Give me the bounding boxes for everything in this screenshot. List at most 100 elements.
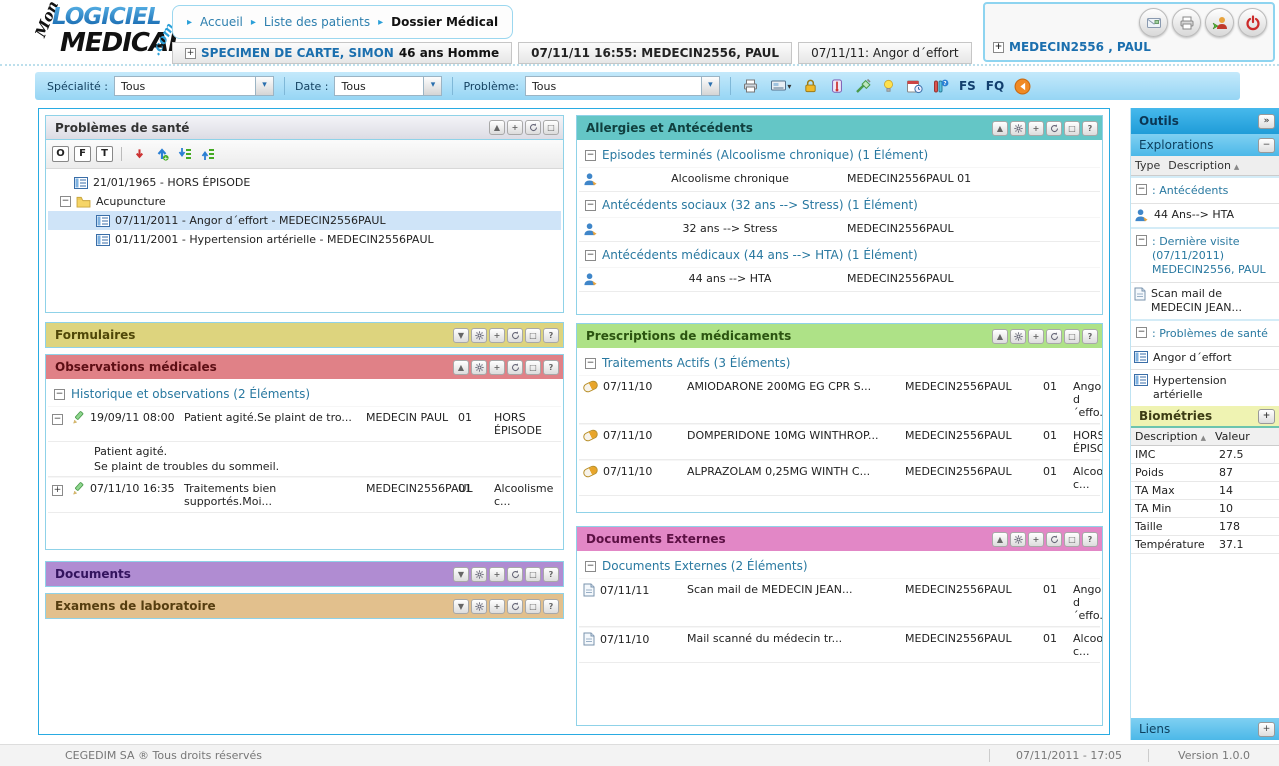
vaccine-icon[interactable] xyxy=(853,76,873,96)
collapse-button[interactable]: ▲ xyxy=(992,121,1008,136)
labs-info-icon[interactable]: ? xyxy=(931,76,951,96)
switch-user-button[interactable] xyxy=(1205,8,1234,37)
observation-row[interactable]: + 07/11/10 16:35 Traitements bien suppor… xyxy=(48,477,561,513)
explorations-item[interactable]: Scan mail de MEDECIN JEAN... xyxy=(1131,282,1279,319)
explorations-group-derniere-visite[interactable]: − : Dernière visite (07/11/2011) MEDECIN… xyxy=(1131,227,1279,282)
refresh-button[interactable] xyxy=(1046,121,1062,136)
refresh-button[interactable] xyxy=(507,328,523,343)
add-biometry-button[interactable]: + xyxy=(1258,409,1275,424)
add-button[interactable]: + xyxy=(1028,329,1044,344)
group-historique[interactable]: − Historique et observations (2 Éléments… xyxy=(48,381,561,406)
date-select[interactable]: Tous ▾ xyxy=(334,76,442,96)
tree-folder-acupuncture[interactable]: − Acupuncture xyxy=(48,192,561,211)
refresh-button[interactable] xyxy=(507,360,523,375)
settings-button[interactable] xyxy=(1010,532,1026,547)
help-button[interactable]: ? xyxy=(1082,329,1098,344)
tree-item-hors-episode[interactable]: 21/01/1965 - HORS ÉPISODE xyxy=(48,173,561,192)
problem-select[interactable]: Tous ▾ xyxy=(525,76,720,96)
maximize-button[interactable]: □ xyxy=(1064,121,1080,136)
refresh-button[interactable] xyxy=(525,120,541,135)
help-button[interactable]: ? xyxy=(543,328,559,343)
filter-o-button[interactable]: O xyxy=(52,146,69,162)
collapse-icon[interactable]: − xyxy=(1136,327,1147,338)
antecedent-row[interactable]: 32 ans --> Stress MEDECIN2556PAUL xyxy=(579,217,1100,242)
biometry-icon[interactable] xyxy=(827,76,847,96)
tree-item-angor[interactable]: 07/11/2011 - Angor d´effort - MEDECIN255… xyxy=(48,211,561,230)
maximize-button[interactable]: □ xyxy=(1064,329,1080,344)
chevron-down-icon[interactable]: ▾ xyxy=(701,77,719,95)
collapse-icon[interactable]: − xyxy=(54,389,65,400)
help-button[interactable]: ? xyxy=(1082,532,1098,547)
prescription-row[interactable]: 07/11/10 AMIODARONE 200MG EG CPR S... ME… xyxy=(579,375,1100,424)
refresh-button[interactable] xyxy=(1046,329,1062,344)
collapse-icon[interactable]: − xyxy=(1136,235,1147,246)
filter-t-button[interactable]: T xyxy=(96,146,113,162)
explorations-item[interactable]: 44 Ans--> HTA xyxy=(1131,203,1279,227)
logout-button[interactable] xyxy=(1238,8,1267,37)
add-episode-icon[interactable]: + xyxy=(153,144,171,164)
expand-icon[interactable]: + xyxy=(52,485,63,496)
tab-episode[interactable]: 07/11/11: Angor d´effort xyxy=(798,42,972,64)
settings-button[interactable] xyxy=(471,360,487,375)
lock-icon[interactable] xyxy=(801,76,821,96)
add-button[interactable]: + xyxy=(1028,121,1044,136)
antecedent-row[interactable]: Alcoolisme chronique MEDECIN2556PAUL 01 xyxy=(579,167,1100,192)
prescription-row[interactable]: 07/11/10 DOMPERIDONE 10MG WINTHROP... ME… xyxy=(579,424,1100,460)
expand-button[interactable]: ▼ xyxy=(453,328,469,343)
collapse-sidebar-button[interactable]: » xyxy=(1258,114,1275,129)
fs-button[interactable]: FS xyxy=(957,79,978,93)
speciality-select[interactable]: Tous ▾ xyxy=(114,76,274,96)
group-antecedents-sociaux[interactable]: − Antécédents sociaux (32 ans --> Stress… xyxy=(579,192,1100,217)
help-button[interactable]: ? xyxy=(1082,121,1098,136)
collapse-button[interactable]: ▲ xyxy=(489,120,505,135)
add-button[interactable]: + xyxy=(1028,532,1044,547)
refresh-button[interactable] xyxy=(1046,532,1062,547)
fq-button[interactable]: FQ xyxy=(984,79,1006,93)
collapse-icon[interactable]: − xyxy=(585,358,596,369)
tab-patient[interactable]: + SPECIMEN DE CARTE, SIMON 46 ans Homme xyxy=(172,42,512,64)
help-button[interactable]: ? xyxy=(543,599,559,614)
settings-button[interactable] xyxy=(1010,329,1026,344)
explorations-group-problemes[interactable]: − : Problèmes de santé xyxy=(1131,319,1279,346)
explorations-item[interactable]: Angor d´effort xyxy=(1131,346,1279,369)
group-episodes-termines[interactable]: − Episodes terminés (Alcoolisme chroniqu… xyxy=(579,142,1100,167)
antecedent-row[interactable]: 44 ans --> HTA MEDECIN2556PAUL xyxy=(579,267,1100,292)
help-button[interactable]: ? xyxy=(543,567,559,582)
chevron-down-icon[interactable]: ▾ xyxy=(255,77,273,95)
agenda-icon[interactable] xyxy=(905,76,925,96)
help-button[interactable]: ? xyxy=(543,360,559,375)
chevron-down-icon[interactable]: ▾ xyxy=(423,77,441,95)
collapse-icon[interactable]: − xyxy=(585,250,596,261)
settings-button[interactable] xyxy=(471,599,487,614)
col-valeur[interactable]: Valeur xyxy=(1215,430,1275,443)
col-type[interactable]: Type xyxy=(1135,159,1160,172)
collapse-icon[interactable]: − xyxy=(585,150,596,161)
refresh-button[interactable] xyxy=(507,567,523,582)
maximize-button[interactable]: □ xyxy=(1064,532,1080,547)
maximize-button[interactable]: □ xyxy=(525,567,541,582)
add-button[interactable]: + xyxy=(507,120,523,135)
col-description[interactable]: Description▲ xyxy=(1168,159,1239,172)
group-documents-externes[interactable]: − Documents Externes (2 Éléments) xyxy=(579,553,1100,578)
mail-button[interactable] xyxy=(1139,8,1168,37)
move-down-icon[interactable] xyxy=(130,144,148,164)
collapse-icon[interactable]: − xyxy=(585,561,596,572)
settings-button[interactable] xyxy=(471,328,487,343)
maximize-button[interactable]: □ xyxy=(525,360,541,375)
refresh-button[interactable] xyxy=(507,599,523,614)
explorations-group-antecedents[interactable]: − : Antécédents xyxy=(1131,176,1279,203)
tab-visit[interactable]: 07/11/11 16:55: MEDECIN2556, PAUL xyxy=(518,42,792,64)
explorations-item[interactable]: Hypertension artérielle xyxy=(1131,369,1279,406)
observation-row[interactable]: − 19/09/11 08:00 Patient agité.Se plaint… xyxy=(48,406,561,442)
group-antecedents-medicaux[interactable]: − Antécédents médicaux (44 ans --> HTA) … xyxy=(579,242,1100,267)
document-row[interactable]: 07/11/10 Mail scanné du médecin tr... ME… xyxy=(579,627,1100,663)
collapse-icon[interactable]: − xyxy=(52,414,63,425)
print-options-icon[interactable]: ▾ xyxy=(767,76,795,96)
collapse-icon[interactable]: − xyxy=(60,196,71,207)
back-icon[interactable] xyxy=(1012,76,1032,96)
prescription-row[interactable]: 07/11/10 ALPRAZOLAM 0,25MG WINTH C... ME… xyxy=(579,460,1100,496)
document-row[interactable]: 07/11/11 Scan mail de MEDECIN JEAN... ME… xyxy=(579,578,1100,627)
idea-icon[interactable] xyxy=(879,76,899,96)
collapse-icon[interactable]: − xyxy=(585,200,596,211)
settings-button[interactable] xyxy=(471,567,487,582)
